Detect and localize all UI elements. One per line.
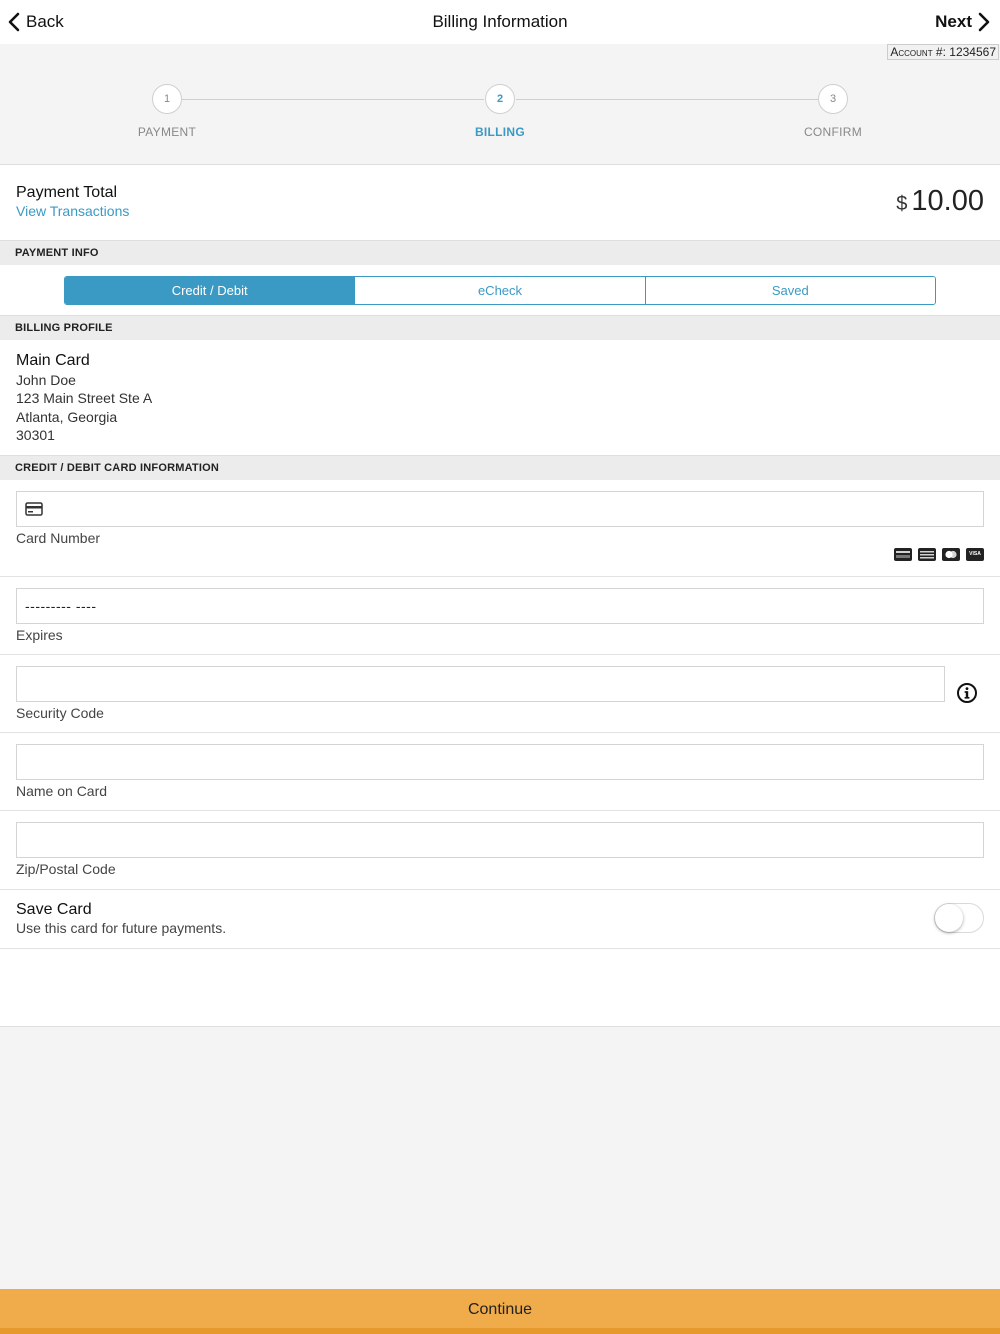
amex-icon xyxy=(918,548,936,561)
name-on-card-label: Name on Card xyxy=(16,783,108,799)
payment-info-section: Credit / Debit eCheck Saved xyxy=(0,265,1000,316)
currency-symbol: $ xyxy=(896,193,908,215)
continue-button[interactable]: Continue xyxy=(0,1289,1000,1334)
zip-code-label: Zip/Postal Code xyxy=(16,861,116,877)
step-connector xyxy=(182,99,484,100)
card-number-input[interactable] xyxy=(16,491,984,527)
step-label: PAYMENT xyxy=(137,125,197,139)
profile-name: Main Card xyxy=(16,352,90,369)
account-number-badge: Account #: 1234567 xyxy=(887,44,999,60)
profile-line: 30301 xyxy=(16,427,55,443)
view-transactions-link[interactable]: View Transactions xyxy=(16,203,129,219)
payment-total-row: Payment Total View Transactions $ 10.00 xyxy=(0,165,1000,240)
tab-credit-debit[interactable]: Credit / Debit xyxy=(65,277,355,304)
name-on-card-input[interactable] xyxy=(16,744,984,780)
save-card-title: Save Card xyxy=(16,901,92,918)
info-icon[interactable] xyxy=(956,682,978,704)
payment-total-amount: $ 10.00 xyxy=(896,185,984,218)
row-separator xyxy=(0,732,1000,733)
step-number: 1 xyxy=(152,84,182,114)
security-code-input[interactable] xyxy=(16,666,945,702)
row-separator xyxy=(0,576,1000,577)
section-header-payment-info: PAYMENT INFO xyxy=(0,240,1000,265)
section-header-billing-profile: BILLING PROFILE xyxy=(0,315,1000,340)
profile-line: John Doe xyxy=(16,372,76,388)
account-number: 1234567 xyxy=(949,45,996,59)
amount-value: 10.00 xyxy=(911,185,984,217)
save-card-description: Use this card for future payments. xyxy=(16,920,227,936)
payment-method-segmented-control: Credit / Debit eCheck Saved xyxy=(64,276,936,305)
next-label: Next xyxy=(935,12,972,31)
account-label: Account #: xyxy=(890,45,946,59)
expires-label: Expires xyxy=(16,627,63,643)
security-code-label: Security Code xyxy=(16,705,104,721)
mastercard-icon xyxy=(942,548,960,561)
profile-line: 123 Main Street Ste A xyxy=(16,390,153,406)
row-separator xyxy=(0,654,1000,655)
card-brands: VISA xyxy=(894,548,984,561)
expires-input[interactable]: --------- ---- xyxy=(16,588,984,624)
billing-profile-card[interactable]: Main Card John Doe 123 Main Street Ste A… xyxy=(0,340,1000,455)
zip-code-input[interactable] xyxy=(16,822,984,858)
page-title: Billing Information xyxy=(432,12,568,31)
credit-card-icon xyxy=(25,502,43,516)
step-number: 3 xyxy=(818,84,848,114)
step-confirm: 3 CONFIRM xyxy=(773,60,893,139)
toggle-knob xyxy=(935,904,963,932)
chevron-right-icon xyxy=(978,12,990,32)
payment-total-title: Payment Total xyxy=(16,184,118,201)
next-button[interactable]: Next xyxy=(935,10,990,34)
row-separator xyxy=(0,810,1000,811)
nav-bar: Back Billing Information Next xyxy=(0,0,1000,44)
row-separator xyxy=(0,889,1000,890)
step-number: 2 xyxy=(485,84,515,114)
step-label: BILLING xyxy=(474,125,526,139)
tab-echeck[interactable]: eCheck xyxy=(354,277,645,304)
save-card-toggle[interactable] xyxy=(934,903,984,933)
section-header-card-info: CREDIT / DEBIT CARD INFORMATION xyxy=(0,455,1000,480)
divider xyxy=(0,1026,1000,1027)
card-info-form: Card Number VISA --------- ---- Expires … xyxy=(0,480,1000,1026)
discover-icon xyxy=(894,548,912,561)
step-payment: 1 PAYMENT xyxy=(107,60,227,139)
step-label: CONFIRM xyxy=(803,125,863,139)
row-separator xyxy=(0,948,1000,949)
tab-saved[interactable]: Saved xyxy=(644,277,935,304)
profile-line: Atlanta, Georgia xyxy=(16,409,118,425)
expires-value: --------- ---- xyxy=(25,598,97,614)
visa-icon: VISA xyxy=(966,548,984,561)
step-billing: 2 BILLING xyxy=(440,60,560,139)
card-number-label: Card Number xyxy=(16,530,101,546)
progress-stepper: 1 PAYMENT 2 BILLING 3 CONFIRM xyxy=(0,60,1000,164)
